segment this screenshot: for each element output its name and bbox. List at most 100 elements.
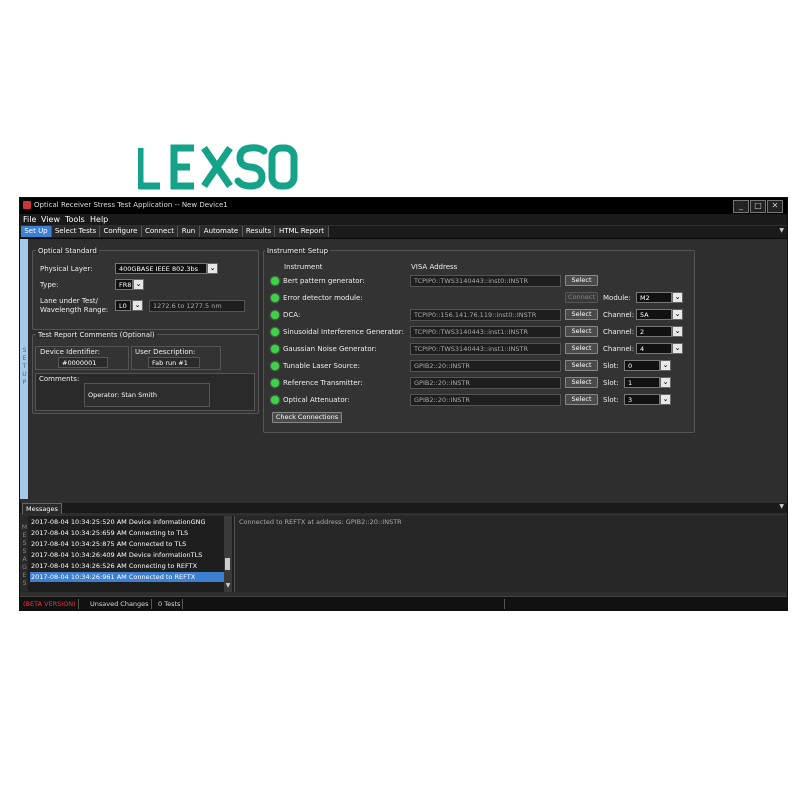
- physical-layer-chevron-icon[interactable]: ⌄: [207, 263, 218, 274]
- channel-chevron-icon[interactable]: ⌄: [672, 343, 683, 354]
- setup-side-strip: SET UP: [20, 239, 28, 499]
- tab-run[interactable]: Run: [178, 226, 200, 237]
- instrument-name: Reference Transmitter:: [283, 379, 363, 387]
- title-bar: Optical Receiver Stress Test Application…: [20, 198, 787, 214]
- scrollbar-thumb[interactable]: [225, 558, 230, 570]
- channel-select[interactable]: 5A: [636, 309, 672, 320]
- lane-select[interactable]: L0: [115, 300, 131, 311]
- app-icon: [23, 201, 31, 209]
- messages-chevron-icon[interactable]: ▼: [779, 503, 784, 510]
- messages-list[interactable]: 2017-08-04 10:34:25:520 AM Device inform…: [28, 516, 234, 592]
- select-button[interactable]: Select: [565, 377, 598, 388]
- instrument-setup-panel: Instrument Setup Instrument VISA Address…: [263, 247, 695, 433]
- messages-bar: Messages ▼: [20, 503, 787, 514]
- select-button[interactable]: Select: [565, 394, 598, 405]
- visa-address-field[interactable]: TCPIP0::TWS3140443::inst1::INSTR: [410, 343, 561, 355]
- beta-version-label: (BETA VERSION): [21, 599, 79, 609]
- visa-address-field[interactable]: TCPIP0::TWS3140443::inst0::INSTR: [410, 275, 561, 287]
- lane-label-2: Wavelength Range:: [40, 306, 109, 314]
- select-button[interactable]: Select: [565, 326, 598, 337]
- tab-menu-chevron-icon[interactable]: ▼: [779, 227, 784, 234]
- message-row[interactable]: 2017-08-04 10:34:25:520 AM Device inform…: [30, 517, 225, 527]
- slot-select[interactable]: 0: [624, 360, 660, 371]
- messages-tab[interactable]: Messages: [22, 503, 62, 514]
- tab-configure[interactable]: Configure: [100, 226, 142, 237]
- menu-file[interactable]: File: [23, 215, 36, 224]
- menu-tools[interactable]: Tools: [65, 215, 85, 224]
- device-id-group: Device Identifier: #0000001: [35, 346, 129, 370]
- tab-strip: Set Up Select Tests Configure Connect Ru…: [20, 226, 787, 239]
- comments-label: Comments:: [39, 375, 80, 383]
- user-desc-label: User Description:: [135, 348, 196, 356]
- instrument-name: DCA:: [283, 311, 301, 319]
- slot-select[interactable]: 1: [624, 377, 660, 388]
- messages-side-label: MESSAGES: [21, 524, 28, 587]
- device-id-field[interactable]: #0000001: [58, 357, 108, 368]
- channel-chevron-icon[interactable]: ⌄: [672, 309, 683, 320]
- menu-view[interactable]: View: [41, 215, 60, 224]
- optical-standard-title: Optical Standard: [36, 247, 99, 255]
- select-button[interactable]: Select: [565, 309, 598, 320]
- instrument-name: Error detector module:: [283, 294, 363, 302]
- comments-field[interactable]: Operator: Stan Smith: [84, 383, 210, 407]
- maximize-button[interactable]: □: [750, 200, 766, 213]
- tab-html-report[interactable]: HTML Report: [275, 226, 329, 237]
- report-comments-title: Test Report Comments (Optional): [36, 331, 157, 339]
- select-button[interactable]: Select: [565, 275, 598, 286]
- messages-scrollbar[interactable]: ▼: [224, 516, 232, 592]
- tab-results[interactable]: Results: [243, 226, 275, 237]
- type-select[interactable]: FR8: [115, 279, 133, 290]
- visa-address-field[interactable]: TCPIP0::TWS3140443::inst1::INSTR: [410, 326, 561, 338]
- module-chevron-icon[interactable]: ⌄: [672, 292, 683, 303]
- visa-address-field[interactable]: GPIB2::20::INSTR: [410, 394, 561, 406]
- slot-chevron-icon[interactable]: ⌄: [660, 394, 671, 405]
- message-row[interactable]: 2017-08-04 10:34:25:875 AM Connected to …: [30, 539, 225, 549]
- channel-select[interactable]: 2: [636, 326, 672, 337]
- channel-label: Channel:: [603, 345, 635, 353]
- physical-layer-select[interactable]: 400GBASE IEEE 802.3bs: [115, 263, 207, 274]
- device-id-label: Device Identifier:: [40, 348, 100, 356]
- channel-label: Channel:: [603, 311, 635, 319]
- tab-connect[interactable]: Connect: [142, 226, 178, 237]
- visa-address-field[interactable]: GPIB2::20::INSTR: [410, 360, 561, 372]
- message-row[interactable]: 2017-08-04 10:34:26:409 AM Device inform…: [30, 550, 225, 560]
- slot-label: Slot:: [603, 379, 619, 387]
- module-select[interactable]: M2: [636, 292, 672, 303]
- user-desc-group: User Description: Fab run #1: [131, 346, 221, 370]
- menu-bar: File View Tools Help: [20, 214, 787, 225]
- visa-address-field[interactable]: TCPIP0::156.141.76.119::inst0::INSTR: [410, 309, 561, 321]
- menu-help[interactable]: Help: [90, 215, 108, 224]
- slot-select[interactable]: 3: [624, 394, 660, 405]
- slot-chevron-icon[interactable]: ⌄: [660, 360, 671, 371]
- channel-select[interactable]: 4: [636, 343, 672, 354]
- tab-select-tests[interactable]: Select Tests: [52, 226, 100, 237]
- message-row[interactable]: 2017-08-04 10:34:26:526 AM Connecting to…: [30, 561, 225, 571]
- connect-button[interactable]: Connect: [565, 292, 598, 303]
- check-connections-button[interactable]: Check Connections: [272, 412, 342, 423]
- status-led-icon: [271, 311, 279, 319]
- close-button[interactable]: ✕: [767, 200, 783, 213]
- status-led-icon: [271, 294, 279, 302]
- select-button[interactable]: Select: [565, 360, 598, 371]
- channel-chevron-icon[interactable]: ⌄: [672, 326, 683, 337]
- slot-chevron-icon[interactable]: ⌄: [660, 377, 671, 388]
- scroll-down-icon[interactable]: ▼: [224, 581, 232, 591]
- status-led-icon: [271, 277, 279, 285]
- lane-chevron-icon[interactable]: ⌄: [132, 300, 143, 311]
- messages-side-strip: MESSAGES: [20, 516, 28, 592]
- message-row[interactable]: 2017-08-04 10:34:25:659 AM Connecting to…: [30, 528, 225, 538]
- tab-set-up[interactable]: Set Up: [21, 226, 52, 237]
- message-row-selected[interactable]: 2017-08-04 10:34:26:961 AM Connected to …: [30, 572, 225, 582]
- visa-address-field[interactable]: GPIB2::20::INSTR: [410, 377, 561, 389]
- select-button[interactable]: Select: [565, 343, 598, 354]
- tab-automate[interactable]: Automate: [200, 226, 243, 237]
- unsaved-changes-label: Unsaved Changes: [88, 599, 152, 609]
- tests-count-label: 0 Tests: [156, 599, 184, 609]
- message-detail-text: Connected to REFTX at address: GPIB2::20…: [239, 518, 402, 526]
- minimize-button[interactable]: _: [733, 200, 749, 213]
- status-led-icon: [271, 328, 279, 336]
- type-chevron-icon[interactable]: ⌄: [133, 279, 144, 290]
- visa-column-header: VISA Address: [411, 263, 458, 271]
- user-desc-field[interactable]: Fab run #1: [148, 357, 200, 368]
- lane-label-1: Lane under Test/: [40, 297, 99, 305]
